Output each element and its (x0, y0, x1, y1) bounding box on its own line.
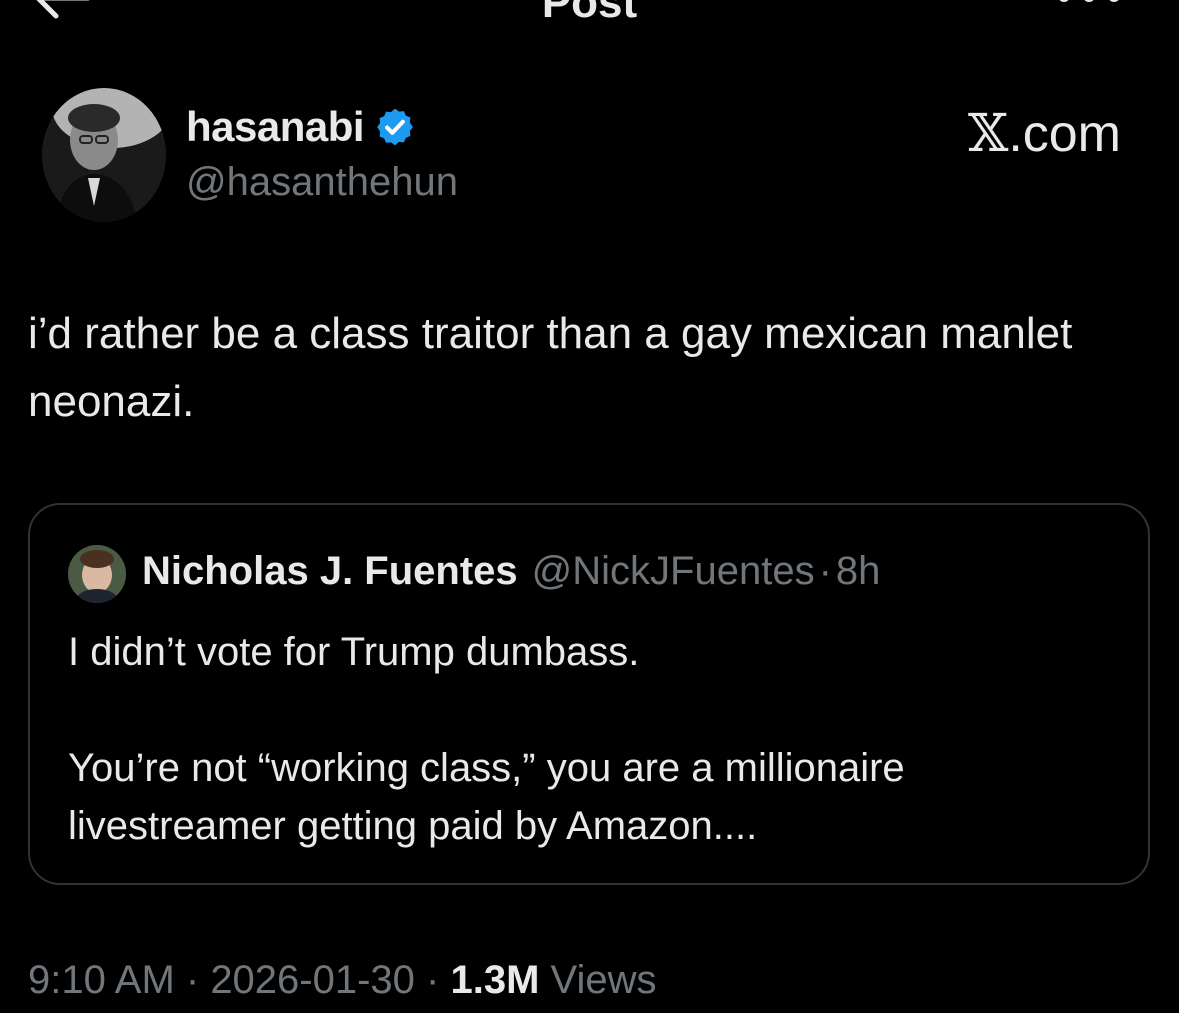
quote-author-handle: @NickJFuentes (531, 549, 815, 593)
post-metadata: 9:10 AM · 2026-01-30 · 1.3M Views (28, 958, 657, 1003)
quote-avatar (68, 545, 126, 603)
author-avatar[interactable] (42, 88, 166, 222)
meta-separator: · (174, 958, 211, 1002)
more-dots-icon[interactable] (1054, 0, 1124, 12)
meta-separator: · (414, 958, 451, 1002)
quoted-post-card[interactable]: Nicholas J. Fuentes @NickJFuentes · 8h I… (28, 503, 1150, 885)
quote-header: Nicholas J. Fuentes @NickJFuentes · 8h (142, 549, 880, 594)
post-screen: Post hasanabi @hasanthehun 𝕏.com i’d rat… (0, 0, 1179, 1013)
quote-timestamp: 8h (835, 549, 881, 593)
post-time: 9:10 AM (28, 958, 175, 1002)
post-text: i’d rather be a class traitor than a gay… (28, 309, 1073, 426)
brand-logo: 𝕏.com (968, 104, 1121, 164)
author-name[interactable]: hasanabi (186, 103, 365, 151)
quote-text: I didn’t vote for Trump dumbass. You’re … (68, 630, 905, 848)
page-title: Post (541, 0, 638, 27)
avatar-photo (42, 88, 166, 222)
verified-badge-icon (377, 108, 413, 146)
author-handle[interactable]: @hasanthehun (186, 160, 458, 205)
x-logo-icon: 𝕏 (967, 104, 1009, 164)
views-label[interactable]: Views (539, 958, 657, 1002)
post-date: 2026-01-30 (210, 958, 415, 1002)
author-name-row[interactable]: hasanabi (186, 103, 416, 151)
quote-separator: · (818, 549, 832, 593)
quote-author-name: Nicholas J. Fuentes (142, 549, 518, 593)
brand-suffix: .com (1008, 105, 1121, 163)
quote-avatar-photo (68, 545, 126, 603)
views-count[interactable]: 1.3M (450, 958, 539, 1002)
